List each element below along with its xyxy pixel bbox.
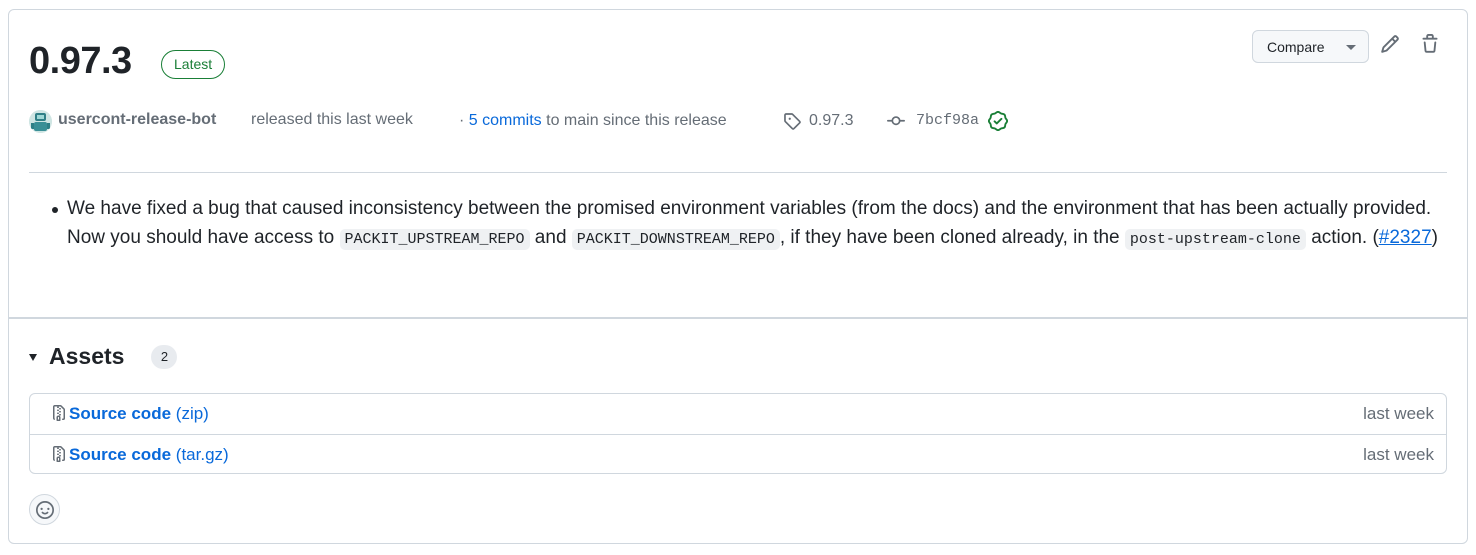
commits-info: · 5 commits to main since this release [459, 110, 727, 132]
released-text: released this last week [251, 111, 413, 128]
avatar[interactable] [29, 110, 52, 133]
add-reaction-button[interactable] [29, 494, 60, 525]
verified-check-icon[interactable] [988, 111, 1009, 131]
caret-down-icon [29, 354, 37, 361]
commits-suffix: to main since this release [541, 112, 727, 129]
notes-list: We have fixed a bug that caused inconsis… [49, 194, 1447, 254]
asset-row: Source code (tar.gz) last week [30, 434, 1446, 474]
author-link[interactable]: usercont-release-bot [58, 109, 216, 131]
code-upstream-repo: PACKIT_UPSTREAM_REPO [339, 229, 530, 250]
file-zip-icon [53, 446, 65, 462]
git-commit-icon [887, 116, 905, 126]
section-divider [9, 317, 1467, 319]
asset-row: Source code (zip) last week [30, 394, 1446, 434]
pencil-icon [1381, 35, 1399, 53]
asset-link-targz[interactable]: Source code (tar.gz) [69, 445, 229, 465]
tag-icon [784, 113, 801, 130]
issue-link[interactable]: #2327 [1379, 227, 1432, 248]
smiley-icon [35, 500, 54, 519]
notes-text-4: action. ( [1305, 227, 1379, 248]
latest-badge: Latest [161, 50, 226, 79]
commit-sha: 7bcf98a [916, 112, 980, 129]
trash-icon [1422, 34, 1438, 53]
asset-name: Source code [69, 404, 172, 423]
asset-date: last week [1363, 444, 1434, 464]
commits-prefix: · [459, 112, 469, 129]
compare-label: Compare [1267, 38, 1325, 55]
header-divider [29, 172, 1447, 173]
asset-format: (zip) [175, 404, 209, 423]
notes-text-3: , if they have been cloned already, in t… [779, 227, 1125, 248]
edit-button[interactable] [1380, 34, 1404, 58]
code-post-upstream-clone: post-upstream-clone [1124, 229, 1306, 250]
list-item: We have fixed a bug that caused inconsis… [49, 194, 1447, 254]
assets-list: Source code (zip) last week Source code … [29, 393, 1447, 474]
commit-link[interactable]: 7bcf98a [886, 110, 1009, 132]
file-zip-icon [53, 405, 65, 421]
release-meta: usercont-release-bot released this last … [29, 109, 1449, 135]
release-title[interactable]: 0.97.3 [29, 38, 132, 84]
assets-count-badge: 2 [151, 344, 178, 369]
commits-link[interactable]: 5 commits [469, 112, 542, 129]
release-notes: We have fixed a bug that caused inconsis… [49, 194, 1447, 254]
chevron-down-icon [1346, 45, 1356, 50]
asset-link-zip[interactable]: Source code (zip) [69, 404, 209, 424]
release-card: 0.97.3 Latest Compare usercont-release-b… [8, 9, 1468, 544]
tag-name: 0.97.3 [809, 112, 854, 129]
release-header: 0.97.3 Latest Compare usercont-release-b… [9, 10, 1467, 327]
code-downstream-repo: PACKIT_DOWNSTREAM_REPO [571, 229, 780, 250]
notes-text-5: ) [1431, 227, 1438, 248]
asset-name: Source code [69, 444, 172, 464]
asset-format: (tar.gz) [175, 444, 229, 464]
bot-avatar-icon [29, 110, 52, 133]
compare-button[interactable]: Compare [1252, 30, 1369, 63]
delete-button[interactable] [1420, 34, 1444, 58]
asset-date: last week [1363, 404, 1434, 423]
notes-text-2: and [529, 227, 572, 248]
assets-toggle[interactable]: Assets 2 [29, 343, 178, 370]
tag-link[interactable]: 0.97.3 [783, 110, 853, 132]
assets-title: Assets [49, 343, 125, 369]
